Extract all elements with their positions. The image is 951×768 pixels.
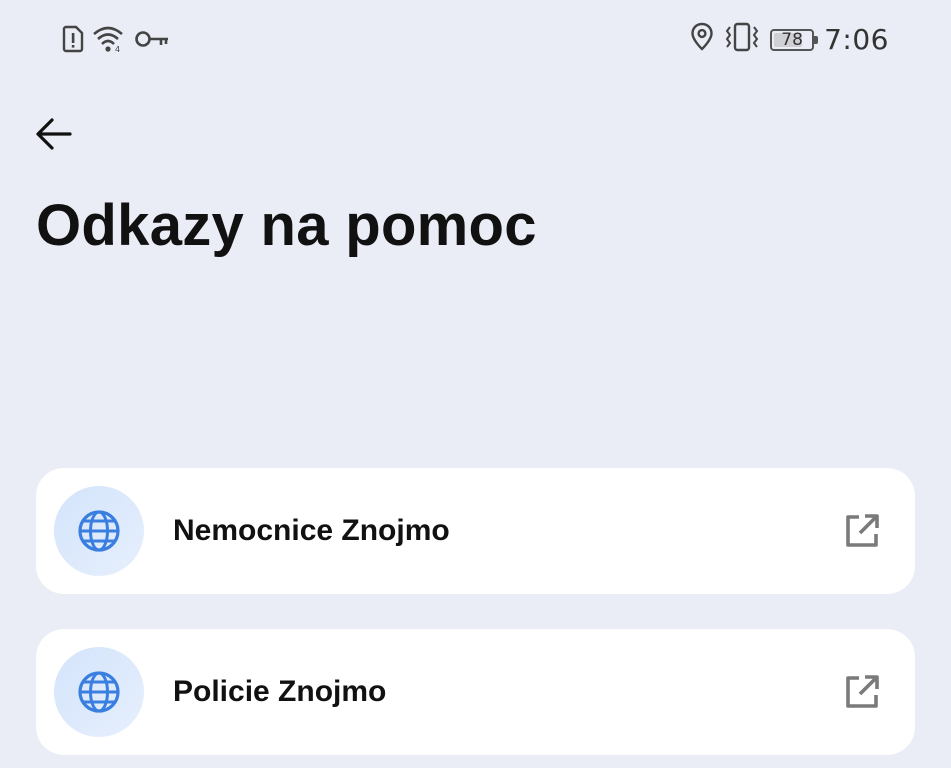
- globe-icon: [54, 647, 144, 737]
- link-label: Nemocnice Znojmo: [173, 514, 450, 547]
- globe-icon: [54, 486, 144, 576]
- status-right-icons: 78 7:06: [690, 22, 889, 57]
- sim-alert-icon: [62, 25, 84, 58]
- vibrate-icon: [724, 22, 760, 57]
- battery-level: 78: [781, 29, 803, 50]
- link-label: Policie Znojmo: [173, 675, 387, 708]
- open-external-icon[interactable]: [843, 512, 881, 550]
- back-button[interactable]: [30, 110, 78, 158]
- status-bar: 4 78 7:06: [0, 0, 951, 80]
- battery-indicator: 78: [770, 28, 819, 51]
- link-card-policie[interactable]: Policie Znojmo: [36, 629, 915, 755]
- svg-text:4: 4: [115, 45, 120, 53]
- open-external-icon[interactable]: [843, 673, 881, 711]
- arrow-left-icon: [36, 118, 72, 150]
- status-left-icons: 4: [62, 25, 170, 58]
- wifi-icon: 4: [92, 25, 126, 58]
- battery-nub: [814, 35, 819, 44]
- location-icon: [690, 22, 714, 57]
- link-card-nemocnice[interactable]: Nemocnice Znojmo: [36, 468, 915, 594]
- page-title: Odkazy na pomoc: [36, 193, 537, 258]
- clock: 7:06: [824, 23, 889, 56]
- vpn-key-icon: [134, 29, 170, 54]
